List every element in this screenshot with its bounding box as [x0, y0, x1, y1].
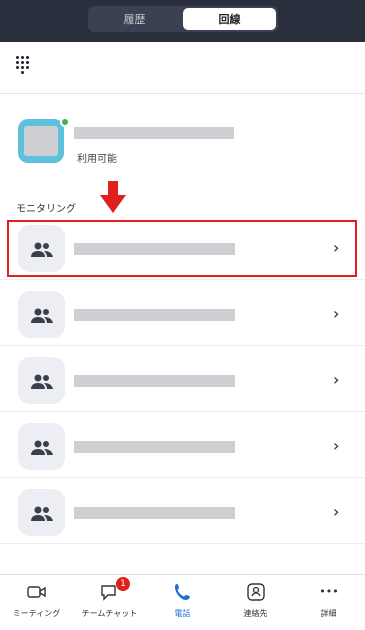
tab-more[interactable]: ••• 詳細: [292, 575, 365, 630]
redacted-name: [74, 441, 235, 453]
avatar: [18, 119, 64, 163]
tab-phone-label: 電話: [174, 609, 191, 618]
chevron-right-icon: ›: [333, 304, 340, 323]
tab-more-label: 詳細: [320, 609, 337, 618]
presence-indicator: [60, 117, 70, 127]
phone-icon: [175, 584, 190, 600]
redacted-name: [74, 375, 235, 387]
redacted-name: [74, 309, 235, 321]
contacts-icon: [247, 583, 265, 601]
group-icon: [31, 308, 53, 323]
top-bar: 履歴 回線: [0, 0, 365, 42]
group-icon: [31, 506, 53, 521]
avatar: [18, 291, 65, 338]
arrow-down-icon: [100, 181, 126, 213]
chevron-right-icon: ›: [333, 436, 340, 455]
segmented-control: 履歴 回線: [88, 6, 278, 32]
tab-line[interactable]: 回線: [183, 8, 276, 30]
bottom-tab-bar: ミーティング 1 チームチャット 電話 連絡先 ••• 詳細: [0, 574, 365, 629]
section-label: モニタリング: [16, 204, 76, 215]
dialpad-icon[interactable]: [16, 56, 34, 80]
dialpad-row: [0, 42, 365, 94]
chevron-right-icon: ›: [333, 502, 340, 521]
video-camera-icon: [27, 586, 46, 598]
tab-contacts-label: 連絡先: [243, 609, 268, 618]
list-item[interactable]: ›: [0, 282, 365, 346]
list-item[interactable]: ›: [0, 480, 365, 544]
group-icon: [31, 440, 53, 455]
list-item[interactable]: ›: [0, 414, 365, 478]
more-icon: •••: [319, 585, 339, 598]
avatar: [18, 357, 65, 404]
chevron-right-icon: ›: [333, 370, 340, 389]
avatar: [18, 423, 65, 470]
tab-phone[interactable]: 電話: [146, 575, 219, 630]
unread-badge: 1: [116, 577, 130, 591]
highlight-box: [7, 220, 357, 277]
tab-team-chat-label: チームチャット: [81, 609, 138, 618]
avatar: [18, 489, 65, 536]
tab-contacts[interactable]: 連絡先: [219, 575, 292, 630]
tab-history[interactable]: 履歴: [88, 6, 181, 32]
redacted-name: [74, 127, 234, 139]
status-text: 利用可能: [77, 154, 117, 165]
tab-meeting[interactable]: ミーティング: [0, 575, 73, 630]
group-icon: [31, 374, 53, 389]
self-line[interactable]: 利用可能: [0, 95, 365, 190]
redacted-name: [74, 507, 235, 519]
tab-meeting-label: ミーティング: [12, 609, 61, 618]
list-item[interactable]: ›: [0, 348, 365, 412]
tab-team-chat[interactable]: 1 チームチャット: [73, 575, 146, 630]
